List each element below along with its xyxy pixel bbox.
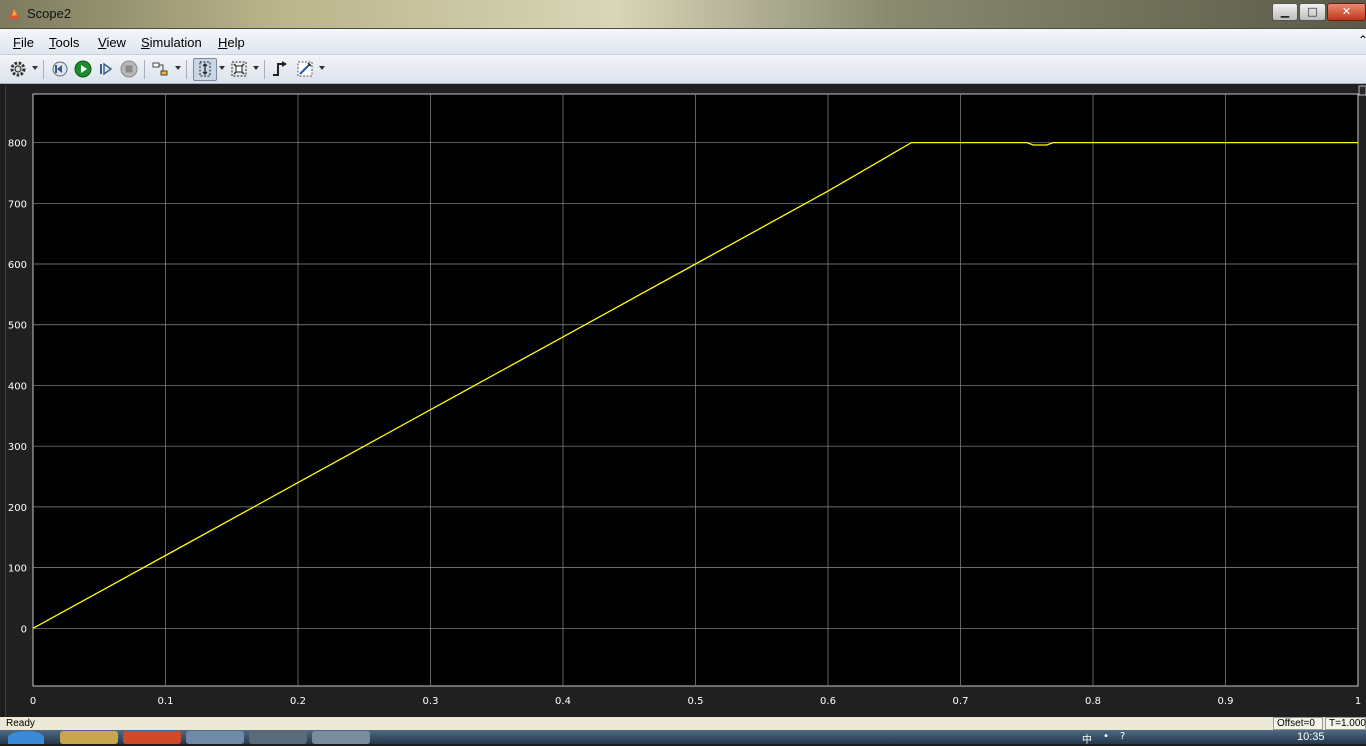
windows-taskbar: 中 • ? 10:35	[0, 730, 1366, 746]
y-axis-ticks: 0 100 200 300 400 500 600 700 800	[8, 139, 27, 636]
x-tick-label: 0.5	[688, 696, 704, 707]
matlab-icon	[8, 9, 20, 19]
scope-plot[interactable]: 0 0.1 0.2 0.3 0.4 0.5 0.6 0.7 0.8 0.9 1 0 100 200 300…	[6, 85, 1366, 717]
run-icon[interactable]	[74, 60, 92, 78]
zoom-icon[interactable]	[196, 60, 214, 78]
y-tick-label: 500	[8, 321, 27, 332]
help-icon[interactable]: ?	[1120, 731, 1125, 742]
menu-view[interactable]: View	[98, 35, 126, 50]
x-tick-label: 0.6	[820, 696, 836, 707]
matlab-task-icon[interactable]	[312, 731, 370, 744]
chevron-down-icon[interactable]	[253, 66, 259, 70]
y-tick-label: 700	[8, 199, 27, 210]
start-button-icon[interactable]	[8, 731, 44, 744]
stop-icon[interactable]	[120, 60, 138, 78]
toolbar-separator	[144, 60, 145, 79]
title-bar[interactable]: Scope2 ▁ □ ✕	[0, 0, 1366, 29]
x-tick-label: 0.1	[158, 696, 174, 707]
x-tick-label: 0.9	[1218, 696, 1234, 707]
toolbar-separator	[186, 60, 187, 79]
menu-overflow-button[interactable]: ⌃	[1358, 33, 1366, 47]
app-icon[interactable]	[249, 731, 307, 744]
window-title: Scope2	[27, 6, 72, 21]
chevron-down-icon[interactable]	[219, 66, 225, 70]
x-tick-label: 0.3	[423, 696, 439, 707]
chevron-down-icon[interactable]	[32, 66, 38, 70]
menu-help[interactable]: Help	[218, 35, 245, 50]
menu-tools[interactable]: Tools	[49, 35, 79, 50]
y-tick-label: 200	[8, 503, 27, 514]
measurements-icon[interactable]	[296, 60, 314, 78]
triggers-icon[interactable]	[271, 60, 289, 78]
clock: 10:35	[1297, 731, 1325, 743]
menu-file[interactable]: File	[13, 35, 34, 50]
window-icon[interactable]	[186, 731, 244, 744]
toolbar	[0, 55, 1366, 84]
x-tick-label: 0.2	[290, 696, 306, 707]
toolbar-separator	[43, 60, 44, 79]
y-tick-label: 400	[8, 381, 27, 392]
status-bar: Ready Offset=0 T=1.000	[0, 717, 1366, 730]
menu-simulation[interactable]: Simulation	[141, 35, 202, 50]
autoscale-icon[interactable]	[230, 60, 248, 78]
x-tick-label: 0	[30, 696, 36, 707]
offset-readout: Offset=0	[1273, 717, 1323, 730]
x-tick-label: 0.7	[953, 696, 969, 707]
scope-window: Scope2 ▁ □ ✕ File Tools View Simulation …	[0, 0, 1366, 746]
chevron-down-icon[interactable]	[319, 66, 325, 70]
step-back-icon[interactable]	[51, 60, 69, 78]
y-tick-label: 300	[8, 442, 27, 453]
scope-display[interactable]: 0 0.1 0.2 0.3 0.4 0.5 0.6 0.7 0.8 0.9 1 0 100 200 300…	[5, 85, 1366, 717]
y-tick-label: 800	[8, 139, 27, 150]
chevron-down-icon[interactable]	[175, 66, 181, 70]
x-tick-label: 1	[1355, 696, 1361, 707]
x-axis-ticks: 0 0.1 0.2 0.3 0.4 0.5 0.6 0.7 0.8 0.9 1	[30, 696, 1361, 707]
x-tick-label: 0.4	[555, 696, 571, 707]
close-button[interactable]: ✕	[1327, 3, 1366, 21]
tray-dot-icon[interactable]: •	[1103, 731, 1109, 742]
maximize-button[interactable]: □	[1299, 3, 1326, 21]
step-forward-icon[interactable]	[97, 60, 115, 78]
y-tick-label: 100	[8, 564, 27, 575]
gear-icon[interactable]	[9, 60, 27, 78]
dock-button[interactable]	[1358, 85, 1366, 96]
y-tick-label: 600	[8, 260, 27, 271]
browser-icon[interactable]	[123, 731, 181, 744]
time-readout: T=1.000	[1325, 717, 1366, 730]
menu-bar: File Tools View Simulation Help ⌃	[0, 29, 1366, 55]
x-tick-label: 0.8	[1085, 696, 1101, 707]
highlight-block-icon[interactable]	[151, 60, 169, 78]
y-tick-label: 0	[21, 624, 27, 635]
status-text: Ready	[6, 718, 35, 729]
minimize-button[interactable]: ▁	[1272, 3, 1298, 21]
folder-icon[interactable]	[60, 731, 118, 744]
toolbar-separator	[264, 60, 265, 79]
